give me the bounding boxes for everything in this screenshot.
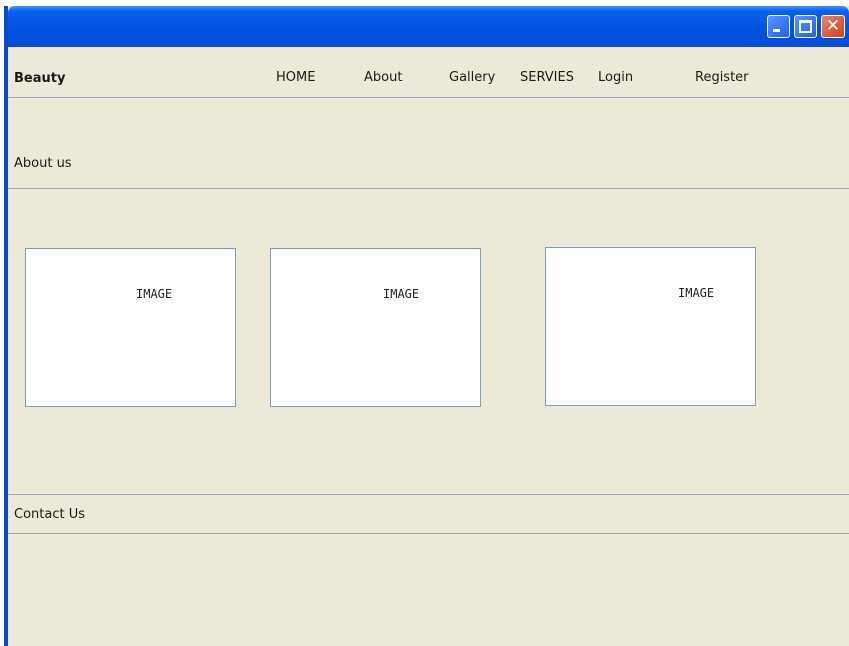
image-label: IMAGE	[136, 287, 173, 301]
image-label: IMAGE	[678, 286, 715, 300]
brand-label: Beauty	[14, 71, 66, 86]
app-window: ✕ Beauty HOME About Gallery SERVIES Logi…	[4, 6, 849, 646]
about-divider	[8, 188, 849, 189]
header-divider	[8, 97, 849, 98]
maximize-icon	[799, 20, 812, 33]
image-placeholder-3: IMAGE	[545, 247, 756, 406]
contact-heading: Contact Us	[14, 507, 85, 522]
nav-register[interactable]: Register	[695, 70, 749, 85]
minimize-icon	[773, 29, 780, 32]
contact-divider	[8, 533, 849, 534]
image-placeholder-1: IMAGE	[25, 248, 236, 407]
nav-services[interactable]: SERVIES	[520, 70, 574, 85]
nav-about[interactable]: About	[364, 70, 402, 85]
title-bar[interactable]: ✕	[8, 6, 849, 47]
about-heading: About us	[14, 156, 72, 171]
minimize-button[interactable]	[767, 15, 790, 38]
close-button[interactable]: ✕	[821, 15, 845, 38]
image-placeholder-2: IMAGE	[270, 248, 481, 407]
image-label: IMAGE	[383, 287, 420, 301]
maximize-button[interactable]	[794, 15, 817, 38]
contact-top-divider	[8, 494, 849, 495]
close-icon: ✕	[825, 16, 841, 36]
nav-home[interactable]: HOME	[276, 70, 315, 85]
nav-gallery[interactable]: Gallery	[449, 70, 495, 85]
nav-login[interactable]: Login	[598, 70, 633, 85]
